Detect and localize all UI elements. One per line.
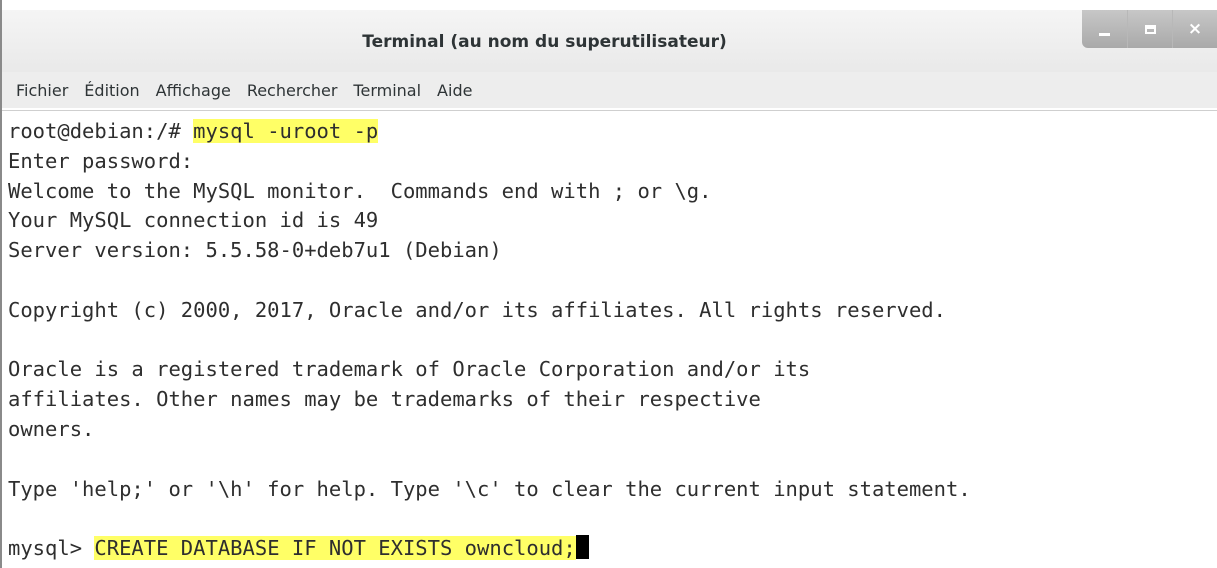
window-title: Terminal (au nom du superutilisateur) [362, 32, 727, 52]
terminal-line: Copyright (c) 2000, 2017, Oracle and/or … [8, 297, 946, 322]
terminal-line: Type 'help;' or '\h' for help. Type '\c'… [8, 476, 971, 501]
window-controls: × [1082, 10, 1217, 48]
minimize-icon [1099, 32, 1110, 36]
mysql-prompt: mysql> [8, 536, 95, 561]
terminal-output[interactable]: root@debian:/# mysql -uroot -p Enter pas… [2, 110, 1217, 568]
terminal-window: Terminal (au nom du superutilisateur) × … [0, 0, 1217, 568]
menu-terminal[interactable]: Terminal [353, 81, 421, 100]
text-cursor [575, 535, 589, 560]
minimize-button[interactable] [1082, 10, 1127, 48]
highlighted-command: CREATE DATABASE IF NOT EXISTS owncloud; [94, 536, 576, 561]
maximize-button[interactable] [1127, 10, 1172, 48]
terminal-line: Oracle is a registered trademark of Orac… [8, 357, 811, 382]
menu-affichage[interactable]: Affichage [156, 81, 231, 100]
highlighted-command: mysql -uroot -p [193, 119, 379, 143]
shell-prompt: root@debian:/# [8, 119, 194, 143]
terminal-line: mysql> CREATE DATABASE IF NOT EXISTS own… [8, 534, 1217, 564]
terminal-line: Server version: 5.5.58-0+deb7u1 (Debian) [8, 238, 502, 263]
menu-aide[interactable]: Aide [437, 81, 472, 100]
menu-bar: Fichier Édition Affichage Rechercher Ter… [2, 72, 1217, 108]
title-bar[interactable]: Terminal (au nom du superutilisateur) [2, 10, 1217, 72]
terminal-line: Enter password: [8, 148, 194, 173]
menu-rechercher[interactable]: Rechercher [247, 81, 338, 100]
maximize-icon [1144, 24, 1156, 34]
close-icon: × [1187, 19, 1203, 39]
terminal-line: root@debian:/# mysql -uroot -p [8, 117, 1217, 147]
title-bar-top-edge [2, 0, 1217, 10]
menu-edition[interactable]: Édition [84, 81, 139, 100]
close-button[interactable]: × [1172, 10, 1217, 48]
terminal-line: owners. [8, 416, 95, 441]
menu-fichier[interactable]: Fichier [16, 81, 68, 100]
terminal-line: Your MySQL connection id is 49 [8, 208, 379, 233]
terminal-line: Welcome to the MySQL monitor. Commands e… [8, 178, 712, 203]
terminal-line: affiliates. Other names may be trademark… [8, 387, 761, 412]
